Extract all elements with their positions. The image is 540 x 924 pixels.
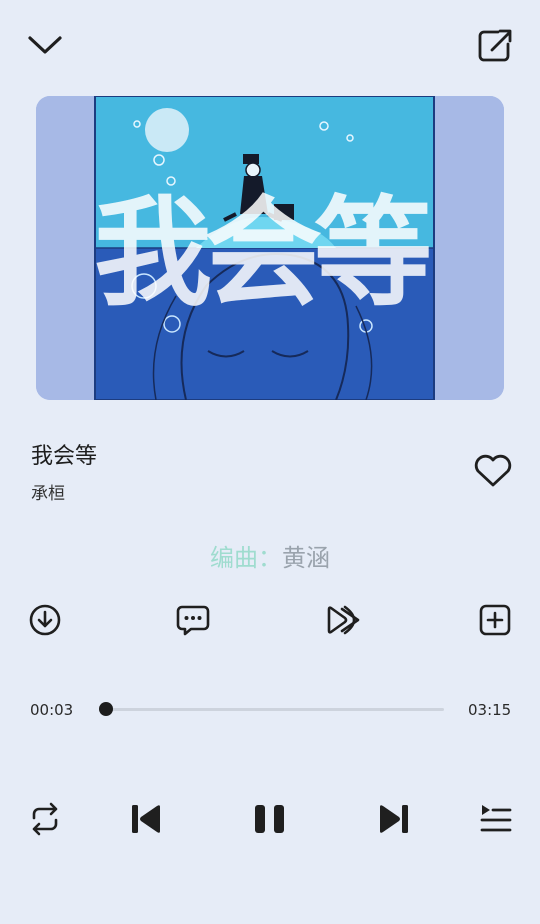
artist-name[interactable]: 承桓 <box>31 479 65 504</box>
current-time: 00:03 <box>30 701 74 719</box>
repeat-icon[interactable] <box>26 798 64 840</box>
share-icon[interactable] <box>476 26 516 66</box>
add-to-playlist-icon[interactable] <box>478 603 512 637</box>
lyric-line[interactable]: 编曲：黄涵 <box>0 538 540 573</box>
song-title: 我会等 <box>31 444 98 469</box>
next-icon[interactable] <box>375 798 413 840</box>
queue-icon[interactable] <box>476 798 514 840</box>
lyric-label: 编曲： <box>210 544 282 572</box>
cover-title-text: 我会等 <box>94 183 429 322</box>
progress-thumb[interactable] <box>99 702 114 716</box>
comment-icon[interactable] <box>176 603 210 637</box>
download-icon[interactable] <box>28 603 62 637</box>
total-time: 03:15 <box>468 701 512 719</box>
lyric-value: 黄涵 <box>282 544 330 572</box>
heart-icon[interactable] <box>472 451 514 491</box>
previous-icon[interactable] <box>127 798 165 840</box>
album-cover: 我会等 <box>36 96 504 400</box>
chevron-down-icon[interactable] <box>26 30 64 60</box>
progress-track[interactable] <box>101 708 444 711</box>
fast-forward-icon[interactable] <box>326 603 364 637</box>
pause-icon[interactable] <box>250 798 290 840</box>
